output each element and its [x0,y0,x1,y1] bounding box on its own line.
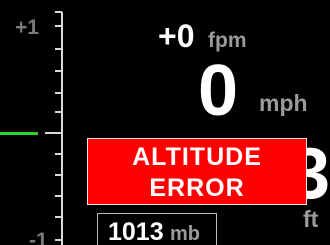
barometer-setting[interactable]: 1013 mb [97,213,217,245]
vertical-speed-unit: fpm [208,29,247,52]
airspeed-unit: mph [259,90,308,116]
vertical-speed-value: +0 [158,18,195,54]
vertical-rate-indicator [0,132,38,135]
flight-display: +1 -1 +0 fpm 0 mph 3 ft ALTITUDE ERROR 1… [0,0,330,245]
vertical-speed-scale-ticks [45,11,63,245]
scale-label-top: +1 [15,16,39,39]
barometer-unit: mb [170,223,200,245]
alert-title: ALTITUDE [132,143,262,171]
vertical-speed-scale: +1 -1 [0,0,90,245]
altitude-error-alert: ALTITUDE ERROR [87,138,307,205]
altitude-unit: ft [303,206,319,232]
barometer-value: 1013 [108,218,164,245]
alert-message: ERROR [149,174,245,202]
airspeed-value: 0 [198,51,239,131]
scale-label-bottom: -1 [29,229,48,245]
